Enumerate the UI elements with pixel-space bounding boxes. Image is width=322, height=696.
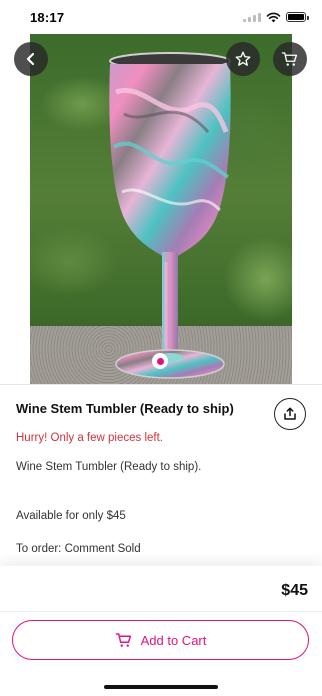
chevron-left-icon — [26, 52, 35, 66]
wifi-icon — [266, 12, 281, 22]
product-screen: 18:17 Wine Stem Tumbler (Ready to ship) … — [0, 0, 322, 696]
wine-tumbler-image — [109, 52, 231, 379]
add-to-cart-label: Add to Cart — [140, 632, 207, 648]
cart-button[interactable] — [273, 42, 307, 76]
cart-icon — [115, 633, 131, 647]
product-title: Wine Stem Tumbler (Ready to ship) — [16, 401, 234, 416]
add-to-cart-button[interactable]: Add to Cart — [12, 620, 309, 660]
description-line: To order: Comment Sold — [16, 543, 141, 555]
back-button[interactable] — [14, 42, 48, 76]
divider — [0, 384, 322, 385]
status-bar: 18:17 — [0, 0, 322, 34]
signal-icon — [243, 12, 261, 22]
price-label: $45 — [281, 582, 308, 599]
favorite-button[interactable] — [226, 42, 260, 76]
status-icons — [243, 12, 309, 23]
status-time: 18:17 — [30, 9, 65, 25]
divider — [0, 611, 322, 612]
stock-alert: Hurry! Only a few pieces left. — [16, 432, 163, 444]
description-line: Available for only $45 — [16, 510, 126, 522]
star-icon — [235, 51, 251, 66]
share-button[interactable] — [274, 398, 306, 430]
battery-icon — [286, 12, 309, 22]
carousel-indicator[interactable] — [152, 353, 168, 369]
description-line: Wine Stem Tumbler (Ready to ship). — [16, 461, 202, 473]
cart-icon — [281, 52, 298, 66]
home-indicator[interactable] — [104, 685, 218, 689]
product-image[interactable] — [30, 34, 292, 384]
share-icon — [284, 407, 296, 420]
